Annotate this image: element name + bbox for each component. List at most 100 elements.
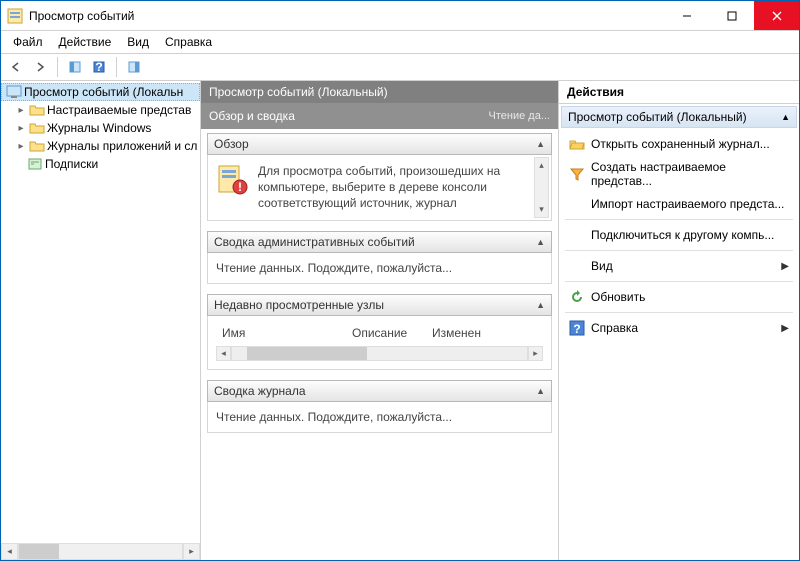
actions-subheader-label: Просмотр событий (Локальный): [568, 110, 747, 124]
action-help[interactable]: ? Справка ▶: [559, 316, 799, 340]
col-mod[interactable]: Изменен: [426, 324, 487, 342]
tree-item-windows-logs[interactable]: ▸ Журналы Windows: [1, 119, 200, 137]
action-view[interactable]: Вид ▶: [559, 254, 799, 278]
scroll-track[interactable]: [18, 543, 183, 560]
menu-file[interactable]: Файл: [5, 33, 51, 51]
collapse-icon: ▲: [536, 139, 545, 149]
section-admin: Сводка административных событий ▲ Чтение…: [207, 231, 552, 284]
action-open-saved-log[interactable]: Открыть сохраненный журнал...: [559, 132, 799, 156]
center-header-label: Просмотр событий (Локальный): [209, 85, 388, 99]
tree-item-app-logs[interactable]: ▸ Журналы приложений и сл: [1, 137, 200, 155]
event-viewer-window: Просмотр событий Файл Действие Вид Справ…: [0, 0, 800, 561]
action-separator: [565, 219, 793, 220]
show-tree-button[interactable]: [64, 56, 86, 78]
subscription-icon: [27, 156, 43, 172]
scroll-right-button[interactable]: ▸: [183, 543, 200, 560]
submenu-arrow-icon: ▶: [781, 261, 789, 272]
folder-open-icon: [569, 136, 585, 152]
section-log-body: Чтение данных. Подождите, пожалуйста...: [207, 402, 552, 433]
svg-text:?: ?: [573, 322, 580, 336]
action-label: Открыть сохраненный журнал...: [591, 137, 770, 151]
overview-vscrollbar[interactable]: ▴▾: [534, 157, 549, 218]
svg-text:?: ?: [95, 60, 102, 74]
tree-root-label: Просмотр событий (Локальн: [24, 85, 183, 99]
loading-text: Чтение данных. Подождите, пожалуйста...: [216, 410, 452, 424]
recent-columns: Имя Описание Изменен: [216, 324, 543, 342]
section-overview-body: ! Для просмотра событий, произошедших на…: [207, 155, 552, 221]
action-refresh[interactable]: Обновить: [559, 285, 799, 309]
tree-item-label: Журналы Windows: [47, 121, 151, 135]
center-body[interactable]: Обзор ▲ ! Для просмотра событий, произош…: [201, 129, 558, 560]
refresh-icon: [569, 289, 585, 305]
section-title: Сводка административных событий: [214, 235, 415, 249]
folder-icon: [29, 102, 45, 118]
blank-icon: [569, 196, 585, 212]
menu-action[interactable]: Действие: [51, 33, 120, 51]
recent-hscrollbar[interactable]: ◂ ▸: [216, 346, 543, 361]
tree-hscrollbar[interactable]: ◂ ▸: [1, 543, 200, 560]
action-label: Вид: [591, 259, 613, 273]
action-separator: [565, 281, 793, 282]
action-label: Справка: [591, 321, 638, 335]
svg-text:!: !: [238, 180, 242, 194]
center-subheader-label: Обзор и сводка: [209, 109, 295, 123]
actions-subheader[interactable]: Просмотр событий (Локальный) ▲: [561, 106, 797, 128]
toolbar-separator: [57, 57, 58, 77]
action-label: Импорт настраиваемого предста...: [591, 197, 784, 211]
col-desc[interactable]: Описание: [346, 324, 426, 342]
tree-root[interactable]: Просмотр событий (Локальн: [1, 83, 200, 101]
scroll-thumb[interactable]: [247, 347, 367, 360]
expand-icon[interactable]: ▸: [15, 141, 27, 152]
menu-help[interactable]: Справка: [157, 33, 220, 51]
section-title: Сводка журнала: [214, 384, 306, 398]
col-name[interactable]: Имя: [216, 324, 346, 342]
scroll-right-button[interactable]: ▸: [528, 346, 543, 361]
collapse-icon: ▲: [536, 386, 545, 396]
filter-icon: [569, 166, 585, 182]
expand-icon[interactable]: ▸: [15, 123, 27, 134]
scroll-thumb[interactable]: [19, 544, 59, 559]
section-title: Недавно просмотренные узлы: [214, 298, 384, 312]
window-title: Просмотр событий: [29, 9, 664, 23]
menu-view[interactable]: Вид: [119, 33, 157, 51]
titlebar[interactable]: Просмотр событий: [1, 1, 799, 31]
toolbar: ?: [1, 53, 799, 81]
scroll-track[interactable]: [231, 346, 528, 361]
help-button[interactable]: ?: [88, 56, 110, 78]
window-buttons: [664, 1, 799, 30]
tree-item-custom-views[interactable]: ▸ Настраиваемые представ: [1, 101, 200, 119]
section-admin-body: Чтение данных. Подождите, пожалуйста...: [207, 253, 552, 284]
menubar: Файл Действие Вид Справка: [1, 31, 799, 53]
back-button[interactable]: [5, 56, 27, 78]
blank-icon: [569, 258, 585, 274]
action-create-custom-view[interactable]: Создать настраиваемое представ...: [559, 156, 799, 192]
actions-header: Действия: [559, 81, 799, 104]
action-import-custom-view[interactable]: Импорт настраиваемого предста...: [559, 192, 799, 216]
folder-icon: [29, 138, 45, 154]
collapse-icon: ▲: [781, 112, 790, 122]
overview-text: Для просмотра событий, произошедших на к…: [258, 163, 543, 212]
tree-item-subscriptions[interactable]: Подписки: [1, 155, 200, 173]
section-admin-header[interactable]: Сводка административных событий ▲: [207, 231, 552, 253]
collapse-icon: ▲: [536, 237, 545, 247]
scroll-left-button[interactable]: ◂: [216, 346, 231, 361]
close-button[interactable]: [754, 1, 799, 30]
center-subheader: Обзор и сводка Чтение да...: [201, 103, 558, 129]
section-log-header[interactable]: Сводка журнала ▲: [207, 380, 552, 402]
expand-icon[interactable]: ▸: [15, 105, 27, 116]
action-separator: [565, 250, 793, 251]
collapse-icon: ▲: [536, 300, 545, 310]
maximize-button[interactable]: [709, 1, 754, 30]
scroll-left-button[interactable]: ◂: [1, 543, 18, 560]
action-connect-computer[interactable]: Подключиться к другому компь...: [559, 223, 799, 247]
minimize-button[interactable]: [664, 1, 709, 30]
show-actions-button[interactable]: [123, 56, 145, 78]
help-icon: ?: [569, 320, 585, 336]
tree-item-label: Подписки: [45, 157, 98, 171]
section-overview-header[interactable]: Обзор ▲: [207, 133, 552, 155]
section-overview: Обзор ▲ ! Для просмотра событий, произош…: [207, 133, 552, 221]
section-log: Сводка журнала ▲ Чтение данных. Подождит…: [207, 380, 552, 433]
section-recent-header[interactable]: Недавно просмотренные узлы ▲: [207, 294, 552, 316]
action-list: Открыть сохраненный журнал... Создать на…: [559, 130, 799, 342]
forward-button[interactable]: [29, 56, 51, 78]
